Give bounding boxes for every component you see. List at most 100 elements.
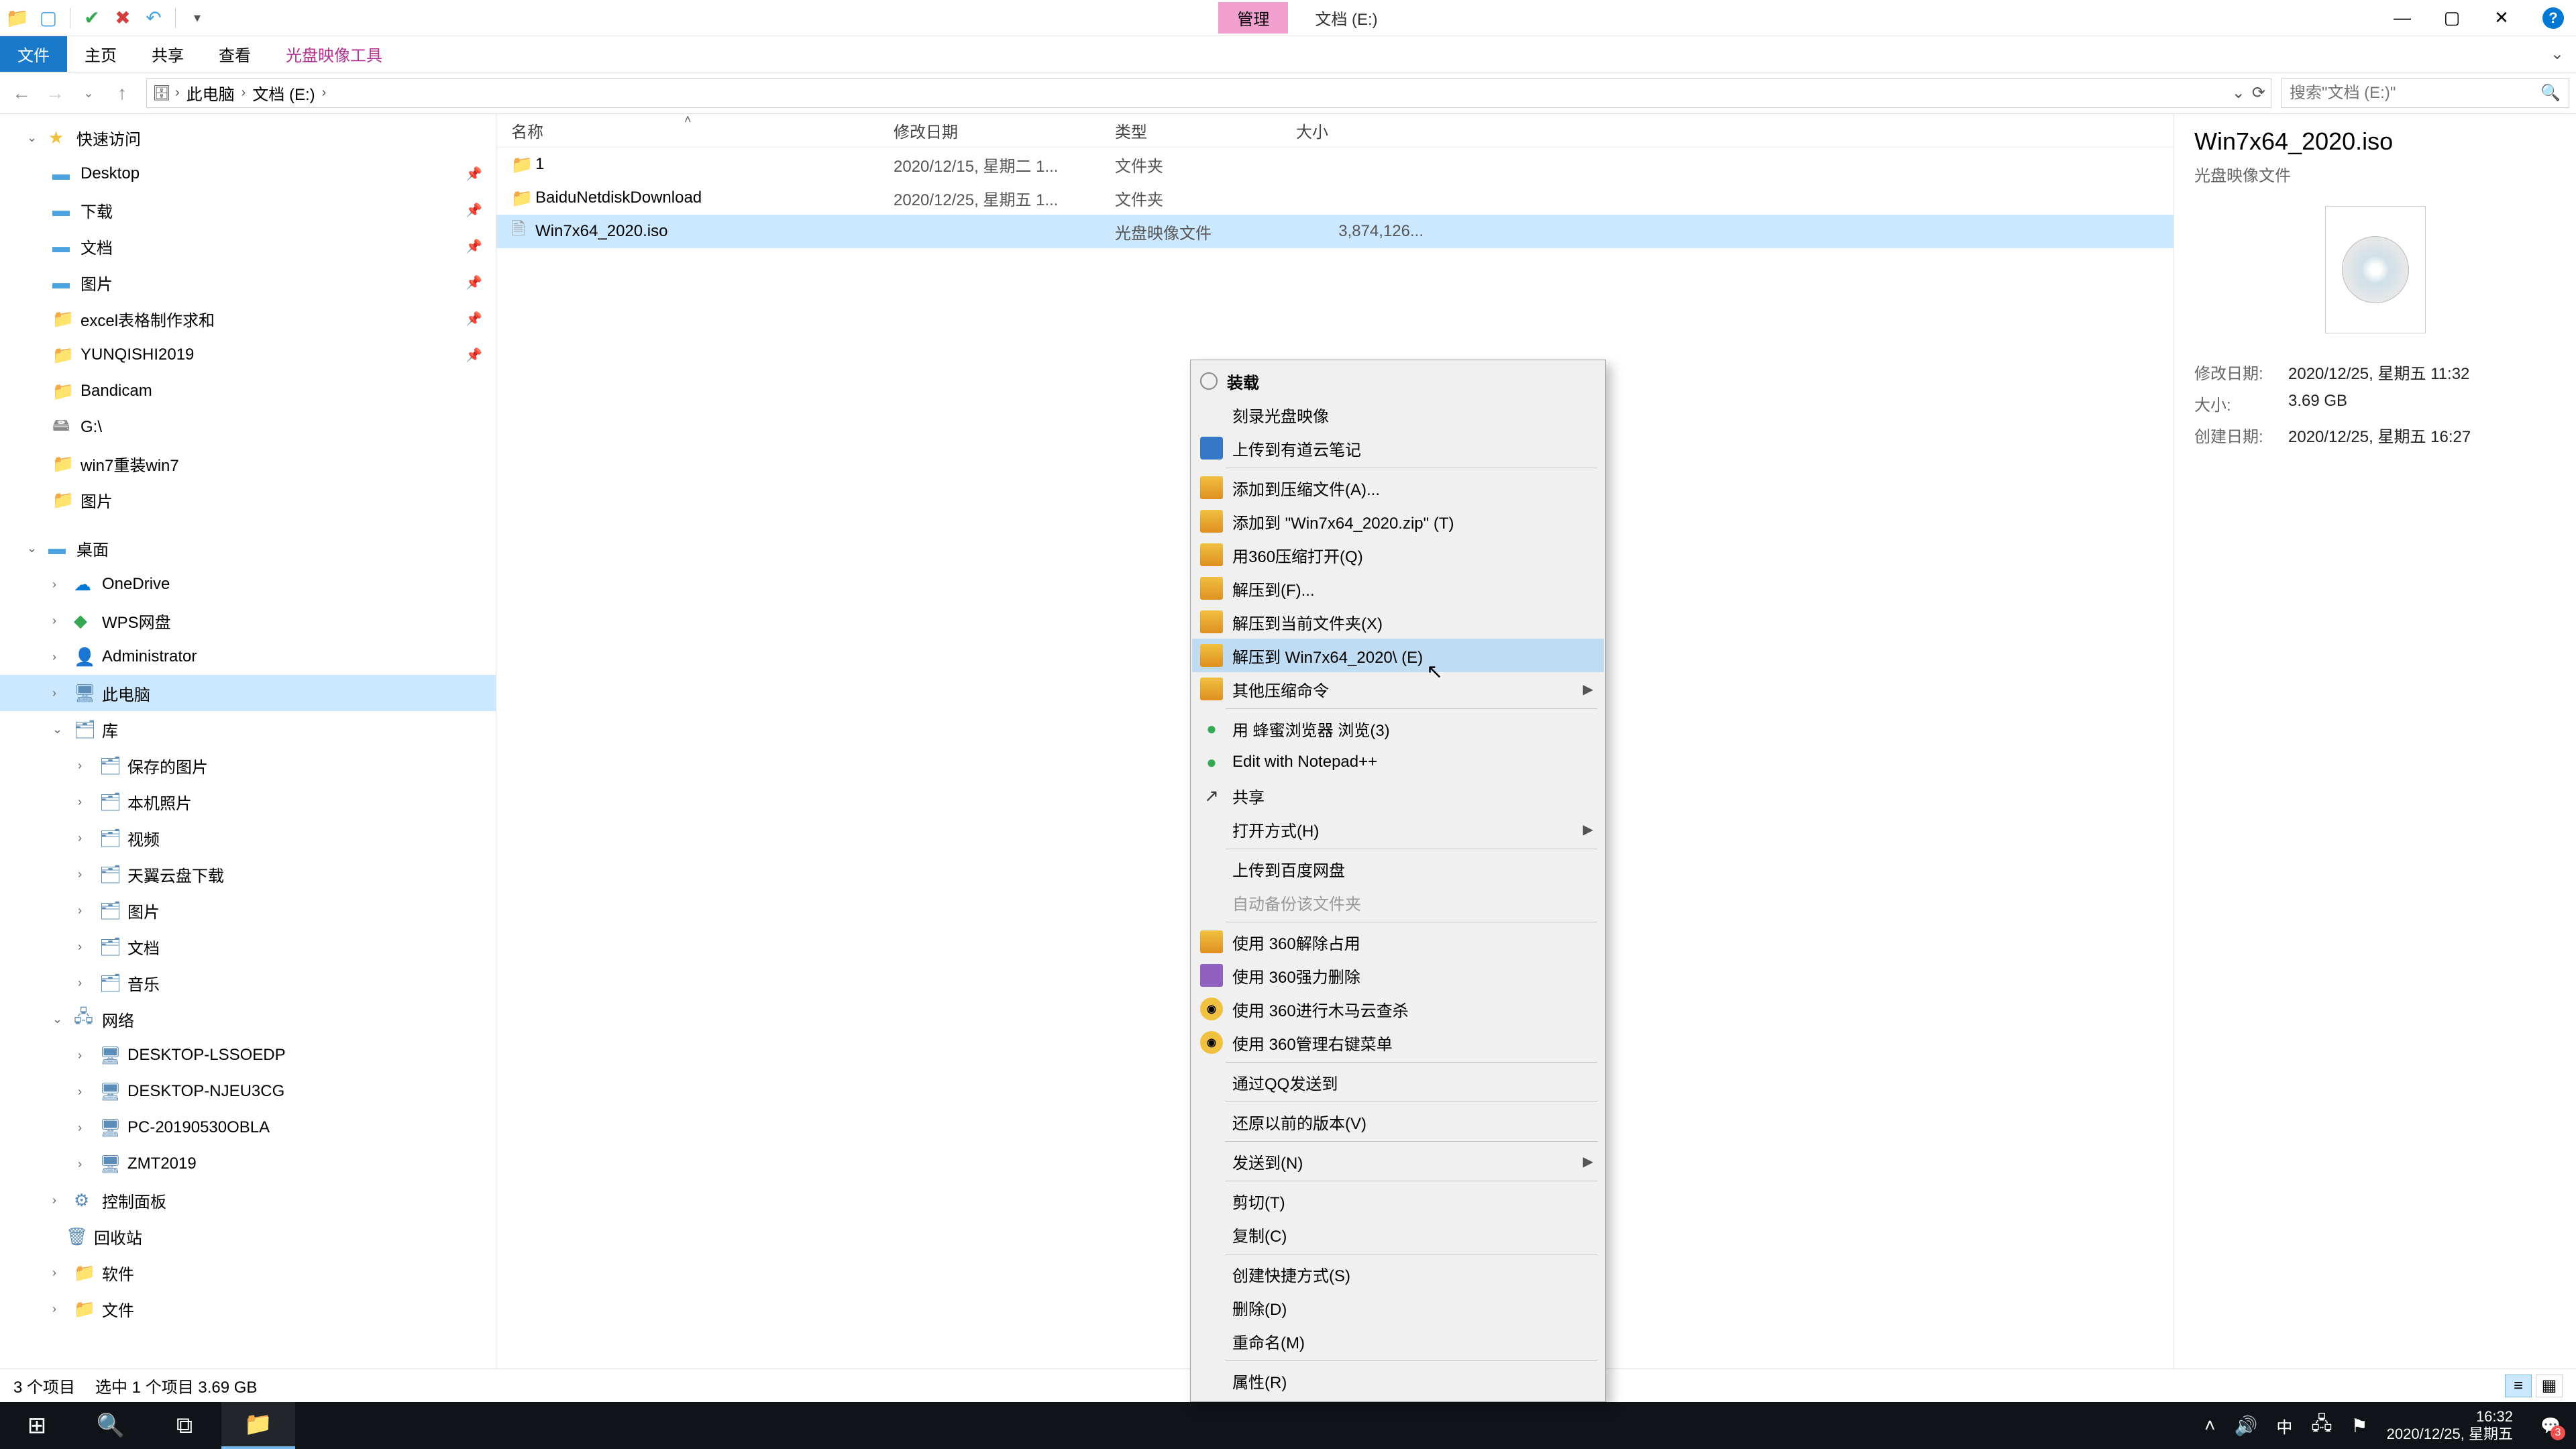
context-menu-item[interactable]: 解压到 Win7x64_2020\ (E) <box>1192 639 1604 672</box>
tree-item-excel[interactable]: 📁excel表格制作求和📌 <box>0 301 496 337</box>
tab-view[interactable]: 查看 <box>201 36 268 72</box>
breadcrumb-current[interactable]: 文档 (E:) <box>250 81 317 105</box>
chevron-right-icon[interactable]: › <box>52 578 66 592</box>
chevron-right-icon[interactable]: › <box>78 1085 91 1099</box>
context-menu-item[interactable]: 用360压缩打开(Q) <box>1192 538 1604 572</box>
chevron-right-icon[interactable]: › <box>78 795 91 809</box>
undo-icon[interactable]: ↶ <box>142 6 166 30</box>
tree-item-downloads[interactable]: ▬下载📌 <box>0 192 496 228</box>
chevron-right-icon[interactable]: › <box>78 976 91 990</box>
check-icon[interactable]: ✔ <box>80 6 104 30</box>
tab-file[interactable]: 文件 <box>0 36 67 72</box>
back-button[interactable]: ← <box>7 78 36 108</box>
tree-item-desktop[interactable]: ▬Desktop📌 <box>0 156 496 192</box>
context-menu-item[interactable]: 添加到压缩文件(A)... <box>1192 471 1604 504</box>
column-name[interactable]: 名称 <box>511 119 894 142</box>
context-menu-item[interactable]: ●用 蜂蜜浏览器 浏览(3) <box>1192 712 1604 745</box>
tree-item-pictures2[interactable]: 📁图片 <box>0 482 496 518</box>
minimize-button[interactable]: — <box>2387 7 2418 29</box>
file-row-selected[interactable]: 🗎 Win7x64_2020.iso 光盘映像文件 3,874,126... <box>496 215 2174 248</box>
chevron-right-icon[interactable]: › <box>78 940 91 954</box>
chevron-right-icon[interactable]: › <box>52 686 66 700</box>
context-menu-item[interactable]: 通过QQ发送到 <box>1192 1065 1604 1099</box>
tray-overflow-icon[interactable]: ˄ <box>2204 1415 2215 1436</box>
tab-share[interactable]: 共享 <box>134 36 201 72</box>
tab-disc-image-tools[interactable]: 光盘映像工具 <box>268 36 400 72</box>
chevron-right-icon[interactable]: › <box>241 85 246 101</box>
chevron-right-icon[interactable]: › <box>78 759 91 773</box>
tree-lib-tianyidl[interactable]: ›🗂天翼云盘下载 <box>0 856 496 892</box>
tree-net-pc4[interactable]: ›🖥ZMT2019 <box>0 1146 496 1182</box>
chevron-down-icon[interactable]: ⌄ <box>52 722 66 737</box>
context-menu-item[interactable]: 属性(R) <box>1192 1364 1604 1397</box>
tree-onedrive[interactable]: ›☁OneDrive <box>0 566 496 602</box>
action-center-button[interactable]: 💬 3 <box>2532 1407 2569 1444</box>
view-large-icons-button[interactable]: ▦ <box>2536 1375 2563 1397</box>
context-menu-item[interactable]: 复制(C) <box>1192 1218 1604 1251</box>
ribbon-collapse-icon[interactable]: ⌄ <box>2538 36 2576 72</box>
chevron-down-icon[interactable]: ⌄ <box>27 131 40 145</box>
search-box[interactable]: 🔍 <box>2281 78 2569 108</box>
chevron-down-icon[interactable]: ⌄ <box>52 1012 66 1026</box>
ime-icon[interactable]: 中 <box>2276 1414 2292 1438</box>
chevron-right-icon[interactable]: › <box>78 1157 91 1171</box>
context-menu-item[interactable]: 创建快捷方式(S) <box>1192 1257 1604 1291</box>
tab-home[interactable]: 主页 <box>67 36 134 72</box>
chevron-right-icon[interactable]: › <box>52 650 66 664</box>
forward-button[interactable]: → <box>40 78 70 108</box>
breadcrumb-dropdown-icon[interactable]: ⌄ <box>2232 83 2245 103</box>
tree-item-pictures[interactable]: ▬图片📌 <box>0 264 496 301</box>
chevron-right-icon[interactable]: › <box>52 614 66 628</box>
chevron-right-icon[interactable]: › <box>52 1193 66 1208</box>
tree-net-pc2[interactable]: ›🖥DESKTOP-NJEU3CG <box>0 1073 496 1110</box>
chevron-right-icon[interactable]: › <box>78 1049 91 1063</box>
context-menu-item[interactable]: 其他压缩命令▶ <box>1192 672 1604 706</box>
chevron-right-icon[interactable]: › <box>78 1121 91 1135</box>
taskbar-clock[interactable]: 16:32 2020/12/25, 星期五 <box>2387 1408 2513 1444</box>
context-menu-item[interactable]: 剪切(T) <box>1192 1184 1604 1218</box>
refresh-icon[interactable]: ⟳ <box>2252 83 2265 103</box>
context-menu-item[interactable]: 刻录光盘映像 <box>1192 398 1604 431</box>
tree-libraries[interactable]: ⌄🗂库 <box>0 711 496 747</box>
help-icon[interactable]: ? <box>2542 7 2564 29</box>
file-row[interactable]: 📁 BaiduNetdiskDownload 2020/12/25, 星期五 1… <box>496 181 2174 215</box>
tree-lib-cameraroll[interactable]: ›🗂本机照片 <box>0 784 496 820</box>
breadcrumb[interactable]: 🗄 › 此电脑 › 文档 (E:) › ⌄ ⟳ <box>146 78 2271 108</box>
tree-lib-documents[interactable]: ›🗂文档 <box>0 928 496 965</box>
context-menu-item[interactable]: 打开方式(H)▶ <box>1192 812 1604 846</box>
tree-control-panel[interactable]: ›⚙控制面板 <box>0 1182 496 1218</box>
tree-lib-music[interactable]: ›🗂音乐 <box>0 965 496 1001</box>
delete-icon[interactable]: ✖ <box>111 6 135 30</box>
context-menu-item[interactable]: 删除(D) <box>1192 1291 1604 1324</box>
tree-software[interactable]: ›📁软件 <box>0 1254 496 1291</box>
maximize-button[interactable]: ▢ <box>2436 7 2467 29</box>
task-view-button[interactable]: ⧉ <box>148 1402 221 1449</box>
up-button[interactable]: ↑ <box>107 78 137 108</box>
tree-item-yunqishi[interactable]: 📁YUNQISHI2019📌 <box>0 337 496 373</box>
file-list[interactable]: ˄ 名称 修改日期 类型 大小 📁 1 2020/12/15, 星期二 1...… <box>496 114 2174 1368</box>
chevron-down-icon[interactable]: ⌄ <box>27 541 40 555</box>
context-menu-item[interactable]: ◉使用 360管理右键菜单 <box>1192 1026 1604 1059</box>
column-type[interactable]: 类型 <box>1115 119 1296 142</box>
close-button[interactable]: ✕ <box>2486 7 2517 29</box>
column-date[interactable]: 修改日期 <box>894 119 1115 142</box>
tree-network[interactable]: ⌄🖧网络 <box>0 1001 496 1037</box>
tree-net-pc3[interactable]: ›🖥PC-20190530OBLA <box>0 1110 496 1146</box>
context-menu-item[interactable]: 使用 360强力删除 <box>1192 959 1604 992</box>
context-menu-item[interactable]: 上传到有道云笔记 <box>1192 431 1604 465</box>
explorer-taskbar-button[interactable]: 📁 <box>221 1402 295 1449</box>
context-menu-item[interactable]: ↗共享 <box>1192 779 1604 812</box>
chevron-right-icon[interactable]: › <box>52 1266 66 1280</box>
context-menu-item[interactable]: 使用 360解除占用 <box>1192 925 1604 959</box>
network-icon[interactable]: 🖧 <box>2311 1409 2332 1442</box>
tree-lib-savedpics[interactable]: ›🗂保存的图片 <box>0 747 496 784</box>
file-row[interactable]: 📁 1 2020/12/15, 星期二 1... 文件夹 <box>496 148 2174 181</box>
tree-item-win7reinstall[interactable]: 📁win7重装win7 <box>0 445 496 482</box>
tree-item-documents[interactable]: ▬文档📌 <box>0 228 496 264</box>
tree-lib-videos[interactable]: ›🗂视频 <box>0 820 496 856</box>
context-menu-item[interactable]: 发送到(N)▶ <box>1192 1144 1604 1178</box>
chevron-right-icon[interactable]: › <box>322 85 327 101</box>
context-menu-item[interactable]: 重命名(M) <box>1192 1324 1604 1358</box>
context-menu-item[interactable]: 还原以前的版本(V) <box>1192 1105 1604 1138</box>
search-button[interactable]: 🔍 <box>74 1402 148 1449</box>
